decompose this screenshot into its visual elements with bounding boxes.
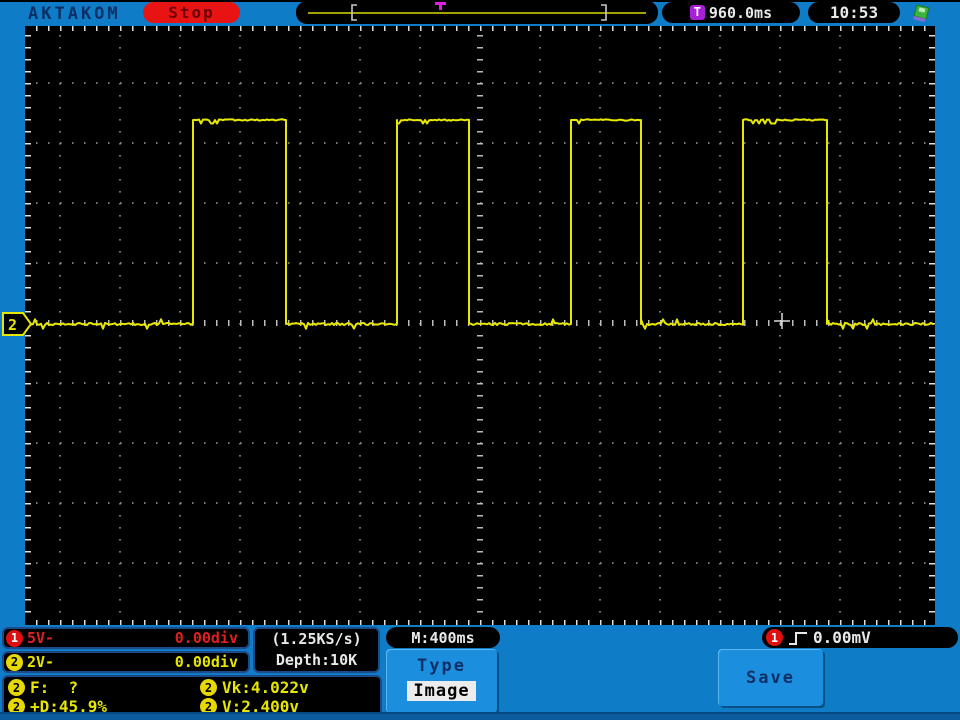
graticule-and-trace xyxy=(25,26,935,625)
channel2-info: 2 2V- 0.00div xyxy=(2,651,250,673)
acquisition-status-label: Stop xyxy=(168,3,215,22)
measurement-frequency: 2 F: ? xyxy=(8,678,200,697)
oscilloscope-screen: AKTAKOM Stop T 960.0ms 10:53 2 1 5V- 0.0… xyxy=(0,0,960,720)
usb-device-icon xyxy=(913,4,930,22)
channel1-position: 0.00div xyxy=(174,629,238,647)
channel2-position: 0.00div xyxy=(174,653,238,671)
memory-window-graphic xyxy=(308,2,646,21)
menu-type-button[interactable]: Type Image xyxy=(386,649,497,713)
timebase-readout: M:400ms xyxy=(386,627,500,648)
measurement-channel-badge: 2 xyxy=(8,679,25,696)
status-bar: 1 5V- 0.00div 2 2V- 0.00div (1.25KS/s) D… xyxy=(0,625,960,720)
channel1-info: 1 5V- 0.00div xyxy=(2,627,250,649)
save-button-label: Save xyxy=(746,667,795,688)
trigger-level-readout: 1 0.00mV xyxy=(762,627,958,648)
trigger-source-badge: 1 xyxy=(766,629,783,646)
clock-readout: 10:53 xyxy=(808,2,900,23)
channel2-position-marker[interactable]: 2 xyxy=(2,311,34,337)
menu-selected-option[interactable]: Image xyxy=(407,681,476,701)
channel2-scale: 2V- xyxy=(27,653,55,671)
bottom-strip xyxy=(0,714,960,720)
channel1-badge: 1 xyxy=(6,629,23,647)
save-button[interactable]: Save xyxy=(718,649,823,706)
menu-title: Type xyxy=(417,656,466,676)
channel2-marker-label: 2 xyxy=(8,316,17,334)
rising-edge-icon xyxy=(789,631,807,645)
measurement-channel-badge: 2 xyxy=(200,679,217,696)
memory-depth: Depth:10K xyxy=(275,651,358,669)
ch2-trace xyxy=(26,118,934,330)
timebase-value: M:400ms xyxy=(411,628,475,647)
memory-window-bar[interactable] xyxy=(296,1,658,24)
measurement-text: Vk:4.022v xyxy=(222,678,309,697)
trigger-icon: T xyxy=(689,5,705,20)
measurement-text: F: ? xyxy=(30,678,79,697)
channel1-scale: 5V- xyxy=(27,629,55,647)
sample-rate: (1.25KS/s) xyxy=(271,630,362,648)
trigger-delay-value: 960.0ms xyxy=(708,3,773,22)
acquisition-info: (1.25KS/s) Depth:10K xyxy=(253,627,380,673)
brand-logo: AKTAKOM xyxy=(28,4,121,24)
measurement-vk: 2 Vk:4.022v xyxy=(200,678,376,697)
clock-value: 10:53 xyxy=(829,3,879,22)
channel2-badge: 2 xyxy=(6,653,23,671)
waveform-display xyxy=(25,26,935,625)
acquisition-status-button[interactable]: Stop xyxy=(143,2,240,23)
trigger-level-value: 0.00mV xyxy=(813,628,871,647)
trigger-position-marker-icon xyxy=(435,2,446,10)
trigger-delay-readout: T 960.0ms xyxy=(662,2,800,23)
